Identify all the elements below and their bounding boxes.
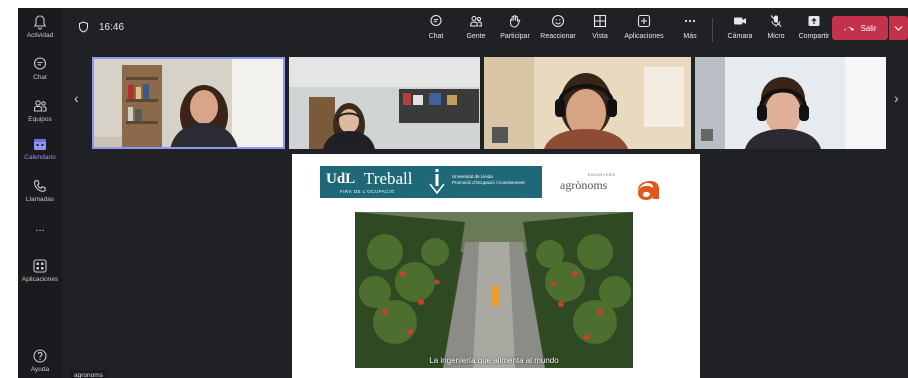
greenhouse-image	[355, 212, 633, 368]
react-button-label: Reaccionar	[540, 33, 576, 40]
rail-item-calls[interactable]: Llamadas	[18, 178, 62, 218]
rail-item-label: Equipos	[28, 116, 52, 123]
teams-icon	[33, 100, 47, 112]
mic-button[interactable]: Micro	[764, 14, 788, 48]
calendar-icon	[34, 139, 46, 150]
agronoms-word: agrònoms	[560, 178, 608, 192]
more-button[interactable]: Más	[680, 14, 700, 48]
people-button[interactable]: Gente	[464, 14, 488, 48]
camera-button-label: Cámara	[727, 33, 753, 40]
leave-button[interactable]: Salir	[832, 16, 888, 40]
people-button-label: Gente	[466, 33, 486, 40]
presenter-name-tag: agronoms	[70, 370, 107, 378]
participant-video	[484, 57, 691, 149]
rail-item-label: Aplicaciones	[21, 276, 59, 283]
react-button[interactable]: Reaccionar	[538, 14, 578, 48]
page-margin	[0, 0, 18, 378]
chevron-right-icon[interactable]: ›	[894, 90, 899, 106]
leave-options-button[interactable]	[889, 16, 908, 40]
timer-text: 16:46	[99, 21, 125, 33]
hang-up-icon	[844, 27, 855, 31]
agronoms-a-logo-icon	[638, 181, 659, 200]
mic-off-icon	[770, 15, 782, 27]
leave-label: Salir	[860, 23, 877, 33]
udl-treball-logo: UdL Treball FIRA DE L'OCUPACIÓ Universit…	[320, 166, 542, 198]
chevron-left-icon[interactable]: ‹	[74, 90, 79, 106]
agronoms-logo: ENGINYERS agrònoms	[560, 170, 672, 200]
meeting-stage: ‹ › UdL Treball FIRA DE L'OCUPACIÓ Unive…	[62, 52, 908, 378]
add-app-icon	[637, 14, 651, 28]
rail-item-teams[interactable]: Equipos	[18, 98, 62, 138]
slide-caption: La ingeniería que alimenta al mundo	[429, 356, 559, 365]
greenhouse-photo: La ingeniería que alimenta al mundo	[355, 212, 633, 368]
fira-text: FIRA DE L'OCUPACIÓ	[340, 189, 395, 194]
chat-button-label: Chat	[428, 33, 444, 40]
participant-video	[289, 57, 480, 149]
rail-item-apps[interactable]: Aplicaciones	[18, 258, 62, 298]
chat-icon	[33, 57, 47, 70]
teams-meeting-window: Actividad Chat Equipos Calendario Llamad…	[18, 8, 908, 378]
university-subtitle: Promoció d'Ocupació i Coneixement	[452, 180, 525, 185]
apps-button-label: Aplicaciones	[624, 33, 664, 40]
rail-item-label: Ayuda	[30, 366, 50, 373]
raise-hand-button[interactable]: Participar	[498, 14, 532, 48]
rail-item-help[interactable]: Ayuda	[18, 348, 62, 378]
more-button-label: Más	[683, 33, 697, 40]
share-button-label: Compartir	[798, 33, 830, 40]
agronoms-small-text: ENGINYERS	[588, 172, 616, 177]
camera-icon	[734, 17, 746, 25]
participant-tile[interactable]	[92, 57, 285, 149]
treball-text: Treball	[364, 169, 413, 188]
share-icon	[808, 16, 820, 26]
shared-screen-slide: UdL Treball FIRA DE L'OCUPACIÓ Universit…	[292, 154, 700, 378]
rail-item-label: Chat	[33, 74, 47, 81]
participant-tile[interactable]	[289, 57, 480, 149]
chat-icon	[430, 14, 442, 27]
apps-icon	[33, 259, 47, 273]
apps-button[interactable]: Aplicaciones	[620, 14, 668, 48]
chevron-down-icon	[894, 26, 903, 31]
rail-item-activity[interactable]: Actividad	[18, 14, 62, 54]
raise-hand-icon	[510, 15, 521, 28]
camera-button[interactable]: Cámara	[726, 14, 754, 48]
raise-hand-button-label: Participar	[500, 33, 530, 40]
shield-icon	[79, 21, 88, 33]
meeting-toolbar: 16:46 Chat Gente Participar Reaccionar V…	[62, 8, 908, 50]
rail-item-chat[interactable]: Chat	[18, 56, 62, 96]
toolbar-divider	[712, 18, 713, 42]
participant-tile[interactable]	[695, 57, 886, 149]
udl-text: UdL	[326, 171, 356, 187]
view-button-label: Vista	[592, 33, 608, 40]
mic-button-label: Micro	[767, 33, 785, 40]
emoji-icon	[551, 14, 565, 28]
meeting-timer: 16:46	[78, 21, 124, 33]
more-icon	[684, 19, 696, 23]
rail-item-label: Llamadas	[25, 196, 55, 203]
view-button[interactable]: Vista	[588, 14, 612, 48]
university-text: Universitat de Lleida Promoció d'Ocupaci…	[452, 174, 536, 186]
rail-item-label: Calendario	[24, 154, 56, 161]
arrow-down-logo-icon	[429, 169, 445, 195]
people-icon	[470, 15, 482, 27]
app-rail: Actividad Chat Equipos Calendario Llamad…	[18, 8, 62, 378]
rail-item-calendar[interactable]: Calendario	[18, 136, 62, 176]
participant-video	[695, 57, 886, 149]
help-icon	[33, 349, 47, 363]
phone-icon	[33, 179, 46, 192]
rail-item-more[interactable]: ...	[18, 220, 62, 260]
chat-button[interactable]: Chat	[424, 14, 448, 48]
grid-icon	[593, 14, 607, 28]
rail-item-label: Actividad	[26, 32, 54, 39]
participant-video	[92, 57, 285, 149]
share-button[interactable]: Compartir	[798, 14, 830, 48]
participant-tile[interactable]	[484, 57, 691, 149]
rail-item-label: ...	[35, 222, 45, 234]
bell-icon	[33, 15, 47, 30]
